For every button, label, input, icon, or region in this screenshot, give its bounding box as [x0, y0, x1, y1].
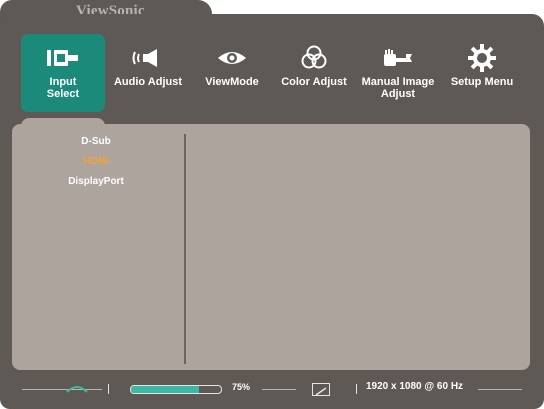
color-circles-icon — [297, 44, 331, 72]
status-line — [262, 389, 296, 390]
menu-item-viewmode[interactable]: ViewMode — [190, 34, 274, 112]
input-option-displayport[interactable]: DisplayPort — [40, 176, 152, 187]
menu-label: Input Select — [46, 76, 80, 100]
status-separator — [356, 384, 357, 394]
signal-icon — [66, 386, 88, 393]
menu-item-setup-menu[interactable]: Setup Menu — [440, 34, 524, 112]
panel-divider — [184, 134, 186, 364]
resolution-label: 1920 x 1080 @ 60 Hz — [366, 381, 464, 392]
input-option-hdmi[interactable]: HDMI — [40, 156, 152, 167]
gear-icon — [465, 44, 499, 72]
screen-icon — [312, 383, 330, 396]
progress-label: 75% — [232, 382, 251, 392]
status-line — [478, 389, 522, 390]
osd-menu: ViewSonic Input Select Audio Adjust View… — [0, 0, 544, 409]
progress-fill — [131, 386, 199, 393]
input-option-dsub[interactable]: D-Sub — [40, 136, 152, 147]
hand-wrench-icon — [381, 44, 415, 72]
status-bar: 75% 1920 x 1080 @ 60 Hz — [22, 380, 522, 398]
progress-bar — [130, 385, 222, 394]
menu-label: ViewMode — [205, 76, 259, 88]
input-select-icon — [46, 44, 80, 72]
menu-label: Color Adjust — [281, 76, 347, 88]
eye-icon — [215, 44, 249, 72]
menu-label: Audio Adjust — [113, 76, 183, 88]
menu-item-manual-image-adjust[interactable]: Manual Image Adjust — [356, 34, 440, 112]
menu-item-color-adjust[interactable]: Color Adjust — [272, 34, 356, 112]
status-line — [22, 389, 102, 390]
menu-label: Setup Menu — [450, 76, 514, 88]
menu-item-input-select[interactable]: Input Select — [21, 34, 105, 112]
menu-item-audio-adjust[interactable]: Audio Adjust — [106, 34, 190, 112]
speaker-icon — [131, 44, 165, 72]
status-separator — [108, 384, 109, 394]
menu-label: Manual Image Adjust — [361, 76, 435, 100]
